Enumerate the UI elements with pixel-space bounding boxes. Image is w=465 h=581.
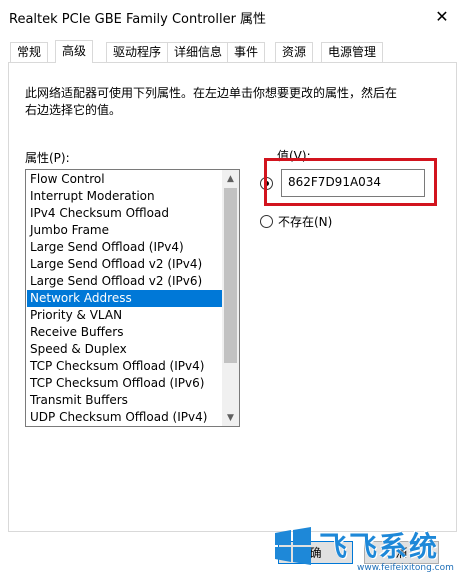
property-item[interactable]: Large Send Offload (IPv4)	[27, 239, 222, 256]
property-listbox[interactable]: Flow Control Interrupt Moderation IPv4 Che…	[25, 169, 240, 427]
property-item[interactable]: Receive Buffers	[27, 324, 222, 341]
tab-driver[interactable]: 驱动程序	[106, 42, 169, 62]
not-present-label[interactable]: 不存在(N)	[278, 213, 332, 230]
window-title: Realtek PCIe GBE Family Controller 属性	[9, 12, 267, 27]
description-text: 此网络适配器可使用下列属性。在左边单击你想要更改的属性，然后在右边选择它的值。	[25, 86, 398, 117]
property-label: 属性(P):	[25, 151, 70, 165]
property-item[interactable]: Large Send Offload v2 (IPv4)	[27, 256, 222, 273]
property-item[interactable]: Interrupt Moderation	[27, 188, 222, 205]
ok-button-label: 确	[309, 546, 322, 560]
watermark-url: www.feifeixitong.com	[357, 563, 454, 573]
tab-advanced[interactable]: 高级	[55, 40, 94, 63]
property-item[interactable]: Network Address	[27, 290, 222, 307]
property-item[interactable]: Speed & Duplex	[27, 341, 222, 358]
tab-details[interactable]: 详细信息	[167, 42, 230, 62]
property-item[interactable]: UDP Checksum Offload (IPv4)	[27, 409, 222, 426]
tab-general[interactable]: 常规	[10, 42, 49, 62]
scroll-down-icon[interactable]: ▼	[222, 409, 239, 426]
property-item[interactable]: Large Send Offload v2 (IPv6)	[27, 273, 222, 290]
cancel-button[interactable]: 消	[364, 541, 439, 564]
property-item[interactable]: Transmit Buffers	[27, 392, 222, 409]
property-item[interactable]: TCP Checksum Offload (IPv4)	[27, 358, 222, 375]
tab-resources[interactable]: 资源	[275, 42, 314, 62]
tab-events[interactable]: 事件	[227, 42, 266, 62]
property-item[interactable]: Flow Control	[27, 171, 222, 188]
highlight-box	[264, 158, 437, 206]
ok-button[interactable]: 确	[278, 541, 353, 564]
advanced-tab-panel: 此网络适配器可使用下列属性。在左边单击你想要更改的属性，然后在右边选择它的值。 …	[8, 62, 457, 532]
property-item[interactable]: Priority & VLAN	[27, 307, 222, 324]
tab-strip: 常规 高级 驱动程序 详细信息 事件 资源 电源管理	[8, 40, 458, 63]
tab-power-management[interactable]: 电源管理	[321, 42, 384, 62]
property-item[interactable]: TCP Checksum Offload (IPv6)	[27, 375, 222, 392]
title-bar: Realtek PCIe GBE Family Controller 属性 ✕	[0, 0, 465, 32]
property-item[interactable]: Jumbo Frame	[27, 222, 222, 239]
close-icon[interactable]: ✕	[419, 0, 465, 32]
vertical-scrollbar[interactable]: ▲ ▼	[222, 170, 239, 426]
scroll-up-icon[interactable]: ▲	[222, 170, 239, 187]
cancel-button-label: 消	[395, 546, 408, 560]
property-item[interactable]: IPv4 Checksum Offload	[27, 205, 222, 222]
scrollbar-thumb[interactable]	[224, 188, 237, 363]
not-present-radio[interactable]	[260, 215, 273, 228]
property-list: Flow Control Interrupt Moderation IPv4 Che…	[27, 171, 222, 426]
